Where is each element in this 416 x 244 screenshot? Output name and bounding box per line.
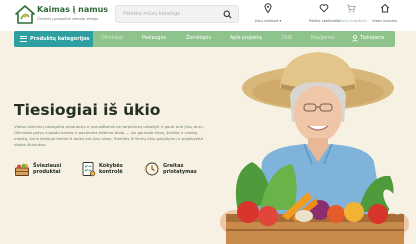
- cart-link[interactable]: Pirkinių krepšelis: [335, 3, 367, 23]
- heart-icon: [320, 4, 329, 13]
- feature-fast-delivery: Greitas pristatymas: [144, 161, 197, 177]
- feature-fresh-label: Švieziausi produktai: [33, 163, 62, 175]
- feature-quality-label: Kokybės kontrolė: [99, 163, 123, 175]
- brand-name[interactable]: Kaimas į namus: [37, 5, 108, 14]
- nav-item-map[interactable]: Žemėlapis: [186, 36, 211, 41]
- product-categories-button[interactable]: Produktų kategorijos: [14, 31, 93, 47]
- nav-item-news[interactable]: Naujienos: [311, 36, 335, 41]
- user-icon: [352, 35, 358, 42]
- brand-tagline: Ūkininkų produktai vienoje vietoje: [37, 17, 99, 21]
- nav-item-farmers[interactable]: Ūkininkai: [101, 36, 123, 41]
- location-pin-icon: [264, 3, 272, 13]
- search-input[interactable]: [123, 11, 221, 17]
- nav-item-about[interactable]: Apie projektą: [230, 36, 262, 41]
- feature-fresh-products: Švieziausi produktai: [14, 161, 61, 177]
- home-icon: [380, 3, 389, 13]
- account-label: Vieta visiems: [372, 18, 398, 23]
- cart-label: Pirkinių krepšelis: [335, 18, 367, 23]
- quality-control-icon: [82, 162, 96, 177]
- feature-delivery-label: Greitas pristatymas: [163, 163, 197, 175]
- nav-item-services[interactable]: Paslaugos: [142, 36, 166, 41]
- cart-icon: [346, 4, 356, 13]
- account-link[interactable]: Vieta visiems: [372, 3, 397, 23]
- hero-description: Vietos ūkininkų užauginta produkcija ir …: [14, 124, 204, 147]
- feature-quality-control: Kokybės kontrolė: [80, 161, 123, 177]
- search-icon[interactable]: [223, 10, 232, 19]
- menu-icon: [20, 36, 27, 42]
- main-nav: Produktų kategorijos Ūkininkai Paslaugos…: [14, 31, 395, 47]
- suppliers-link[interactable]: Tiekėjams: [352, 35, 384, 42]
- location-selector[interactable]: Jūsų vietovė ▾: [255, 3, 281, 23]
- fresh-products-icon: [15, 163, 29, 176]
- location-label: Jūsų vietovė ▾: [255, 18, 282, 23]
- nav-item-faq[interactable]: DUK: [282, 36, 292, 41]
- fast-delivery-icon: [144, 162, 159, 176]
- product-categories-label: Produktų kategorijos: [30, 36, 90, 42]
- search-box: [115, 5, 239, 23]
- house-logo-icon[interactable]: [14, 4, 36, 24]
- suppliers-label: Tiekėjams: [360, 36, 385, 41]
- hero-title: Tiesiogiai iš ūkio: [14, 101, 161, 119]
- farmer-with-vegetables-image: [220, 52, 409, 244]
- site-header: Kaimas į namus Ūkininkų produktai vienoj…: [0, 0, 416, 31]
